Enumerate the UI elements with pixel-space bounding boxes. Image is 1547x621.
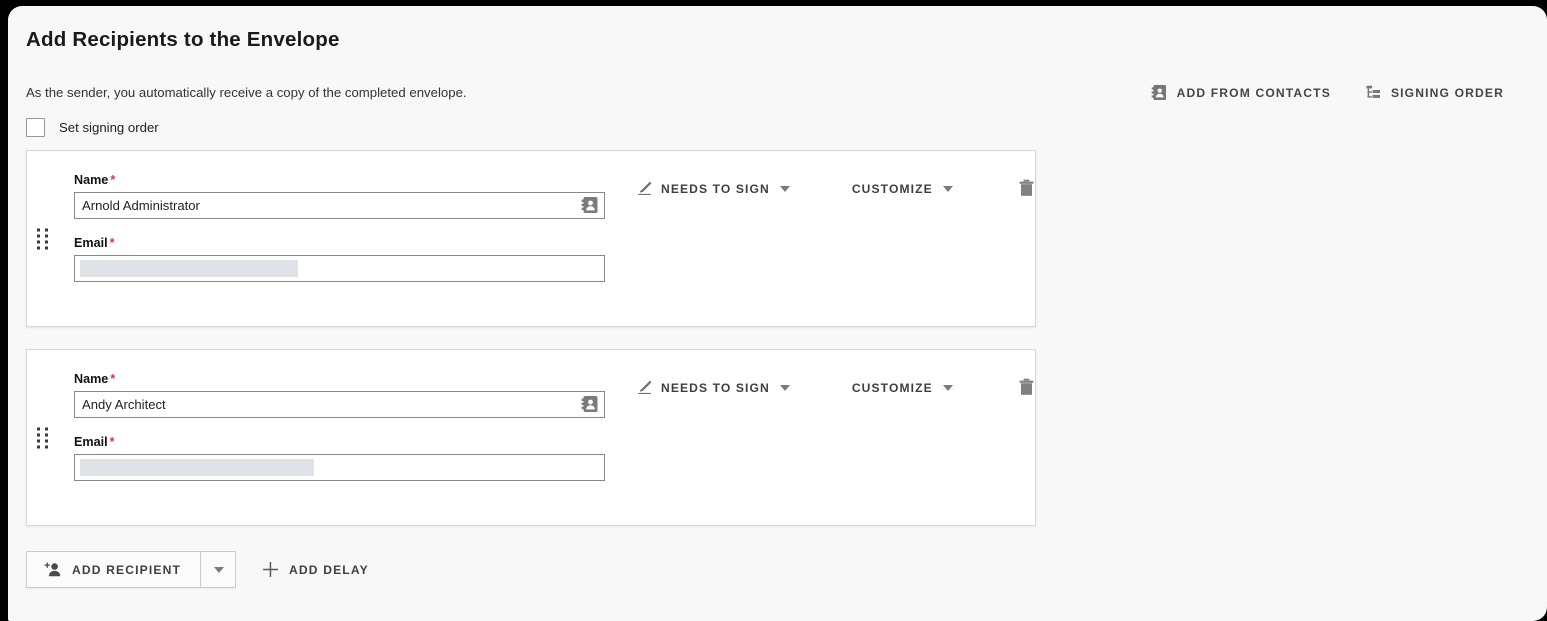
name-input[interactable]: [74, 192, 605, 219]
name-label-text: Name: [74, 173, 108, 187]
signing-order-label: SIGNING ORDER: [1391, 86, 1504, 100]
delete-recipient-button[interactable]: [1018, 179, 1035, 198]
drag-handle-icon[interactable]: [37, 427, 49, 448]
recipient-role-label: NEEDS TO SIGN: [661, 381, 770, 395]
recipient-role-label: NEEDS TO SIGN: [661, 182, 770, 196]
add-from-contacts-label: ADD FROM CONTACTS: [1177, 86, 1331, 100]
name-label-text: Name: [74, 372, 108, 386]
recipient-card: Name*: [26, 150, 1036, 327]
delete-recipient-button[interactable]: [1018, 378, 1035, 397]
add-recipient-split-button: ADD RECIPIENT: [26, 551, 236, 588]
set-signing-order-checkbox[interactable]: [26, 118, 45, 137]
signing-order-tree-icon: [1365, 84, 1382, 101]
add-recipient-dropdown-button[interactable]: [200, 552, 235, 587]
name-required-marker: *: [110, 173, 115, 187]
signature-pen-icon: [636, 181, 653, 196]
signature-pen-icon: [636, 380, 653, 395]
email-label-text: Email: [74, 435, 108, 449]
drag-handle-icon[interactable]: [37, 228, 49, 249]
name-required-marker: *: [110, 372, 115, 386]
caret-down-icon: [214, 567, 224, 573]
recipient-role-dropdown[interactable]: NEEDS TO SIGN: [636, 380, 790, 395]
contact-card-icon: [1151, 84, 1168, 101]
add-delay-label: ADD DELAY: [289, 563, 369, 577]
email-redaction-block: [80, 459, 314, 476]
name-field-label: Name*: [74, 173, 605, 187]
name-contact-picker-button[interactable]: [580, 195, 600, 215]
name-contact-picker-button[interactable]: [580, 394, 600, 414]
recipient-customize-dropdown[interactable]: CUSTOMIZE: [852, 381, 953, 395]
name-input-wrap: [74, 192, 605, 219]
recipients-page: Add Recipients to the Envelope As the se…: [8, 6, 1547, 621]
trash-icon: [1018, 378, 1035, 397]
recipient-customize-label: CUSTOMIZE: [852, 381, 933, 395]
plus-icon: [262, 561, 279, 578]
recipient-customize-dropdown[interactable]: CUSTOMIZE: [852, 182, 953, 196]
chevron-down-icon: [943, 385, 953, 391]
recipient-fields: Name*: [74, 372, 605, 498]
set-signing-order-row: Set signing order: [26, 118, 159, 137]
trash-icon: [1018, 179, 1035, 198]
set-signing-order-label[interactable]: Set signing order: [59, 120, 159, 135]
email-label-text: Email: [74, 236, 108, 250]
email-required-marker: *: [110, 435, 115, 449]
add-recipient-button[interactable]: ADD RECIPIENT: [27, 552, 200, 587]
email-required-marker: *: [110, 236, 115, 250]
recipient-card-controls: NEEDS TO SIGN CUSTOMIZE: [636, 378, 1035, 397]
page-title: Add Recipients to the Envelope: [26, 28, 340, 52]
email-input-wrap: [74, 454, 605, 481]
chevron-down-icon: [780, 385, 790, 391]
chevron-down-icon: [780, 186, 790, 192]
recipient-card-controls: NEEDS TO SIGN CUSTOMIZE: [636, 179, 1035, 198]
email-field-label: Email*: [74, 435, 605, 449]
name-input[interactable]: [74, 391, 605, 418]
add-person-icon: [44, 562, 62, 577]
chevron-down-icon: [943, 186, 953, 192]
email-field-label: Email*: [74, 236, 605, 250]
add-from-contacts-button[interactable]: ADD FROM CONTACTS: [1151, 84, 1331, 101]
recipient-fields: Name*: [74, 173, 605, 299]
page-subtitle: As the sender, you automatically receive…: [26, 85, 467, 100]
recipient-card: Name*: [26, 349, 1036, 526]
signing-order-button[interactable]: SIGNING ORDER: [1365, 84, 1504, 101]
top-actions-bar: ADD FROM CONTACTS SIGNING ORDER: [1151, 84, 1504, 101]
recipient-customize-label: CUSTOMIZE: [852, 182, 933, 196]
email-input-wrap: [74, 255, 605, 282]
recipient-role-dropdown[interactable]: NEEDS TO SIGN: [636, 181, 790, 196]
name-input-wrap: [74, 391, 605, 418]
bottom-action-bar: ADD RECIPIENT ADD DELAY: [26, 551, 369, 588]
recipient-cards-list: Name*: [26, 150, 1036, 548]
name-field-label: Name*: [74, 372, 605, 386]
add-recipient-label: ADD RECIPIENT: [72, 563, 181, 577]
email-redaction-block: [80, 260, 298, 277]
add-delay-button[interactable]: ADD DELAY: [262, 561, 369, 578]
